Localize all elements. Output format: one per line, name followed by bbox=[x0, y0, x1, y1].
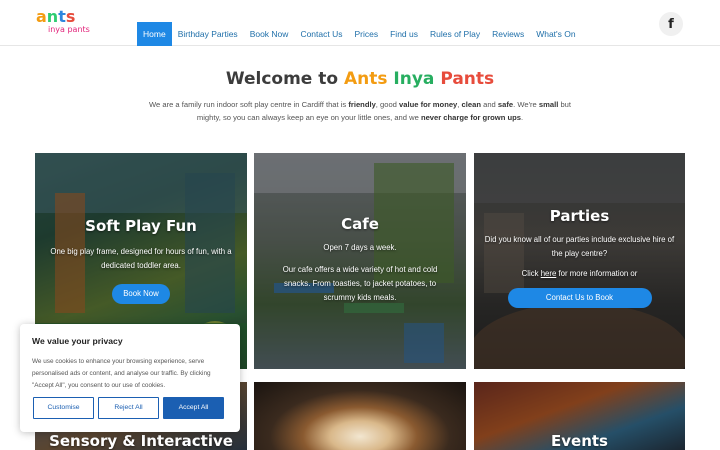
customise-button[interactable]: Customise bbox=[33, 397, 94, 419]
card-text: Did you know all of our parties include … bbox=[484, 235, 675, 258]
nav-book-now[interactable]: Book Now bbox=[244, 22, 295, 46]
site-header: ants inya pants Home Birthday Parties Bo… bbox=[0, 0, 720, 46]
reject-all-button[interactable]: Reject All bbox=[98, 397, 159, 419]
nav-whats-on[interactable]: What's On bbox=[530, 22, 581, 46]
card-title: Soft Play Fun bbox=[85, 217, 197, 235]
facebook-button[interactable]: f bbox=[659, 12, 683, 36]
nav-birthday-parties[interactable]: Birthday Parties bbox=[172, 22, 244, 46]
brand-word: Pants bbox=[434, 69, 495, 89]
logo-letter: t bbox=[58, 7, 66, 26]
intro-text: , bbox=[457, 100, 460, 109]
logo-wordmark: ants bbox=[36, 9, 96, 25]
nav-reviews[interactable]: Reviews bbox=[486, 22, 530, 46]
intro-text: We are a family run indoor soft play cen… bbox=[148, 100, 347, 109]
card-text: Open 7 days a week. bbox=[323, 243, 397, 252]
page-title: Welcome to Ants Inya Pants bbox=[0, 69, 720, 89]
here-link[interactable]: here bbox=[541, 269, 557, 278]
welcome-prefix: Welcome to bbox=[225, 69, 339, 89]
card-title: Events bbox=[551, 432, 608, 450]
brand-word: Ants bbox=[343, 69, 388, 89]
intro-bold: small bbox=[538, 100, 559, 109]
intro-bold: friendly bbox=[348, 100, 376, 109]
logo-letter: a bbox=[36, 7, 47, 26]
card-cafe: Cafe Open 7 days a week. Our cafe offers… bbox=[254, 153, 466, 369]
intro-text: and bbox=[483, 100, 496, 109]
site-logo[interactable]: ants inya pants bbox=[36, 9, 96, 37]
card-title: Parties bbox=[549, 207, 610, 225]
cookie-consent-dialog: We value your privacy We use cookies to … bbox=[20, 324, 240, 432]
card-content: Cafe Open 7 days a week. Our cafe offers… bbox=[254, 215, 466, 305]
nav-rules-of-play[interactable]: Rules of Play bbox=[424, 22, 486, 46]
card-parties: Parties Did you know all of our parties … bbox=[474, 153, 685, 369]
intro-bold: never charge for grown ups bbox=[420, 113, 521, 122]
logo-letter: s bbox=[65, 7, 76, 26]
card-title: Sensory & Interactive bbox=[49, 432, 233, 450]
intro-text: . We're bbox=[513, 100, 537, 109]
main-nav: Home Birthday Parties Book Now Contact U… bbox=[137, 22, 582, 46]
brand-name: Ants Inya Pants bbox=[344, 69, 494, 89]
cookie-buttons: Customise Reject All Accept All bbox=[33, 397, 224, 419]
nav-find-us[interactable]: Find us bbox=[384, 22, 424, 46]
cookie-title: We value your privacy bbox=[32, 336, 123, 346]
intro-bold: value for money bbox=[399, 100, 458, 109]
card-coffee bbox=[254, 382, 466, 450]
card-content: Parties Did you know all of our parties … bbox=[474, 207, 685, 308]
logo-letter: n bbox=[46, 7, 59, 26]
card-text: Click here for more information or bbox=[484, 267, 675, 281]
card-text: Our cafe offers a wide variety of hot an… bbox=[282, 265, 438, 302]
intro-bold: safe bbox=[497, 100, 514, 109]
contact-to-book-button[interactable]: Contact Us to Book bbox=[507, 288, 652, 308]
facebook-icon: f bbox=[668, 16, 674, 32]
card-content: Soft Play Fun One big play frame, design… bbox=[35, 217, 247, 304]
card-events: Events bbox=[474, 382, 685, 450]
card-content: Sensory & Interactive bbox=[35, 432, 247, 450]
intro-text: . bbox=[520, 113, 524, 122]
intro-paragraph: We are a family run indoor soft play cen… bbox=[140, 98, 580, 124]
intro-bold: clean bbox=[461, 100, 481, 109]
card-text-part: for more information or bbox=[558, 269, 638, 278]
intro-text: , good bbox=[375, 100, 397, 109]
card-content: Events bbox=[474, 432, 685, 450]
card-text: One big play frame, designed for hours o… bbox=[50, 247, 232, 270]
nav-prices[interactable]: Prices bbox=[348, 22, 384, 46]
nav-home[interactable]: Home bbox=[137, 22, 172, 46]
card-title: Cafe bbox=[341, 215, 379, 233]
nav-contact-us[interactable]: Contact Us bbox=[294, 22, 348, 46]
accept-all-button[interactable]: Accept All bbox=[163, 397, 224, 419]
brand-word: Inya bbox=[387, 69, 435, 89]
logo-subtext: inya pants bbox=[48, 25, 90, 34]
card-text-part: Click bbox=[521, 269, 539, 278]
cookie-text: We use cookies to enhance your browsing … bbox=[32, 358, 211, 389]
coffee-image bbox=[254, 382, 466, 450]
book-now-button[interactable]: Book Now bbox=[112, 284, 170, 304]
